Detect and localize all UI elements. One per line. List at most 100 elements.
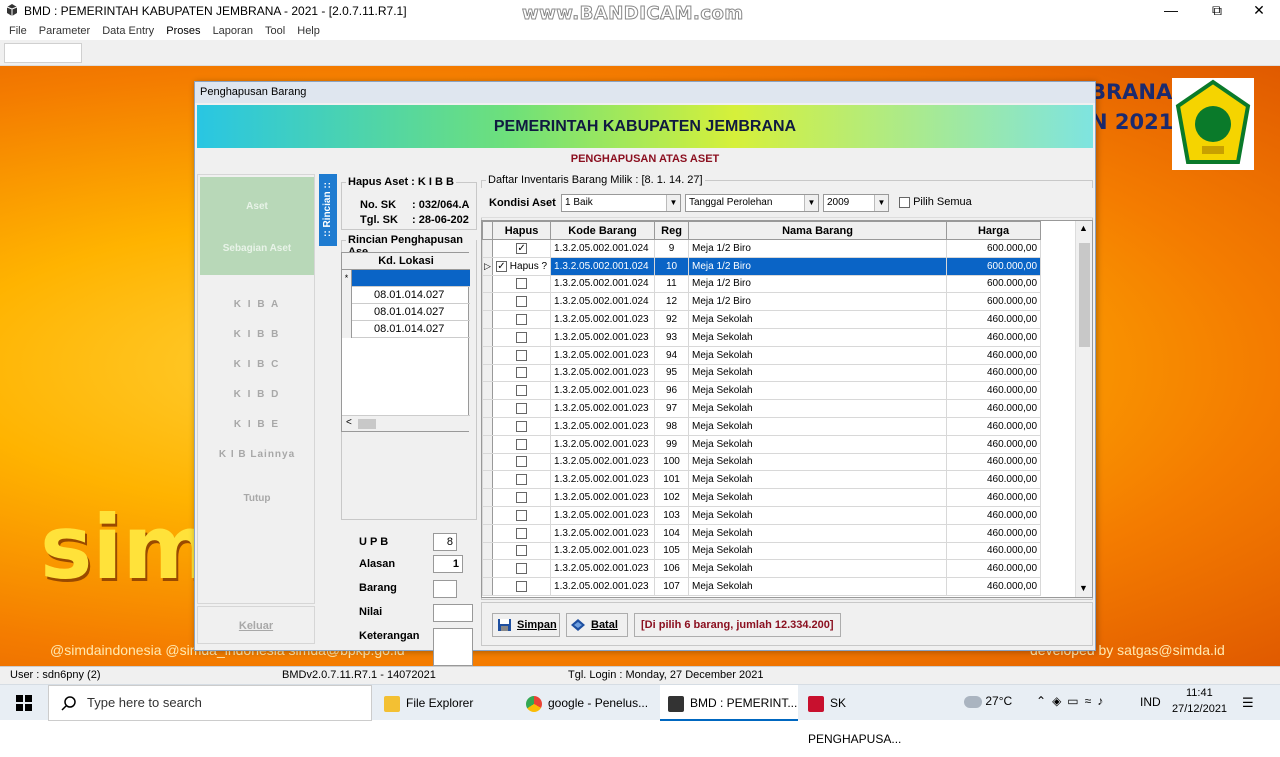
hapus-cell[interactable] — [491, 274, 552, 294]
weather-widget[interactable]: 27°C — [964, 694, 1012, 708]
hapus-checkbox[interactable] — [516, 509, 528, 521]
menu-tool[interactable]: Tool — [265, 22, 285, 40]
row-selector[interactable] — [482, 505, 493, 525]
row-selector[interactable] — [482, 274, 493, 294]
row-selector[interactable] — [482, 416, 493, 436]
row-selector[interactable] — [482, 541, 493, 561]
hapus-cell[interactable] — [491, 541, 552, 561]
scroll-down-icon[interactable]: ▼ — [1079, 583, 1088, 593]
notification-icon[interactable]: ☰ — [1242, 695, 1254, 711]
inventaris-row[interactable]: 1.3.2.05.002.001.023 97 Meja Sekolah 460.00… — [482, 399, 1042, 418]
language-indicator[interactable]: IND — [1140, 695, 1161, 709]
inventaris-row[interactable]: 1.3.2.05.002.001.023 105 Meja Sekolah 460.0… — [482, 541, 1042, 561]
hapus-checkbox[interactable] — [516, 403, 528, 414]
hapus-checkbox[interactable] — [516, 456, 528, 468]
hapus-cell[interactable] — [491, 577, 552, 596]
hapus-checkbox[interactable] — [516, 314, 528, 326]
col-reg[interactable]: Reg — [654, 221, 690, 240]
hapus-checkbox[interactable] — [516, 385, 528, 397]
hapus-cell[interactable]: ✓ — [491, 239, 552, 258]
col-harga[interactable]: Harga — [946, 221, 1042, 240]
taskbar-bmd[interactable]: BMD : PEMERINT... — [660, 685, 798, 721]
taskbar-search[interactable]: Type here to search — [48, 685, 372, 721]
inventaris-row[interactable]: 1.3.2.05.002.001.023 104 Meja Sekolah 460.0… — [482, 523, 1042, 543]
inventaris-row[interactable]: 1.3.2.05.002.001.023 96 Meja Sekolah 460.00… — [482, 381, 1042, 401]
row-selector[interactable] — [482, 559, 493, 579]
row-selector[interactable] — [482, 363, 493, 383]
inventaris-row[interactable]: 1.3.2.05.002.001.024 11 Meja 1/2 Biro 600.0… — [482, 274, 1042, 294]
hapus-cell[interactable] — [491, 505, 552, 525]
hapus-cell[interactable] — [491, 470, 552, 490]
hapus-checkbox[interactable] — [516, 349, 528, 361]
keluar-button[interactable]: Keluar — [197, 606, 315, 644]
row-selector[interactable] — [482, 292, 493, 312]
hapus-checkbox[interactable]: ✓ — [496, 260, 507, 272]
toolbar-tab[interactable] — [4, 43, 82, 63]
hapus-checkbox[interactable] — [516, 331, 528, 343]
inventaris-row[interactable]: 1.3.2.05.002.001.023 99 Meja Sekolah 460.00… — [482, 434, 1042, 454]
taskbar-pdf[interactable]: SK PENGHAPUSA... — [800, 685, 940, 746]
inventaris-row[interactable]: 1.3.2.05.002.001.023 101 Meja Sekolah 460.0… — [482, 470, 1042, 490]
hapus-checkbox[interactable] — [516, 474, 528, 486]
tab-rincian[interactable]: :: Rincian :: — [319, 174, 337, 246]
hapus-cell[interactable] — [491, 399, 552, 418]
inventaris-row[interactable]: 1.3.2.05.002.001.023 92 Meja Sekolah 460.00… — [482, 310, 1042, 329]
hapus-checkbox[interactable] — [516, 527, 528, 539]
taskbar-chrome[interactable]: google - Penelus... — [518, 685, 658, 721]
hapus-checkbox[interactable] — [516, 491, 528, 503]
hapus-checkbox[interactable] — [516, 563, 528, 575]
hapus-cell[interactable] — [491, 310, 552, 329]
nav-kib-b[interactable]: K I B B — [198, 329, 316, 340]
inventaris-row[interactable]: ▷ ✓ Hapus ? 1.3.2.05.002.001.024 10 Meja 1/2… — [482, 256, 1042, 276]
hapus-cell[interactable] — [491, 523, 552, 543]
inventaris-row[interactable]: 1.3.2.05.002.001.023 98 Meja Sekolah 460.00… — [482, 416, 1042, 436]
row-selector[interactable] — [482, 327, 493, 347]
row-selector[interactable] — [482, 239, 493, 258]
scroll-left-icon[interactable]: < — [346, 417, 352, 428]
inventaris-row[interactable]: 1.3.2.05.002.001.023 102 Meja Sekolah 460.0… — [482, 488, 1042, 507]
inventaris-row[interactable]: 1.3.2.05.002.001.023 107 Meja Sekolah 460.0… — [482, 577, 1042, 596]
tray-icons[interactable]: ⌃◈▭≈♪ — [1036, 694, 1109, 708]
scroll-thumb[interactable] — [1079, 243, 1090, 347]
row-selector[interactable] — [482, 345, 493, 365]
checkbox-box[interactable] — [899, 196, 910, 208]
nav-sebagian-aset[interactable]: Sebagian Aset — [200, 243, 314, 254]
kondisi-select[interactable]: 1 Baik ▼ — [561, 194, 681, 212]
row-selector[interactable] — [482, 577, 493, 596]
row-selector[interactable] — [482, 381, 493, 401]
barang-field[interactable] — [433, 580, 457, 598]
alasan-field[interactable]: 1 — [433, 555, 463, 573]
hapus-cell[interactable] — [491, 416, 552, 436]
hapus-cell[interactable] — [491, 452, 552, 472]
upb-field[interactable]: 8 — [433, 533, 457, 551]
hapus-checkbox[interactable] — [516, 367, 528, 379]
batal-button[interactable]: Batal — [566, 613, 628, 637]
nilai-field[interactable] — [433, 604, 473, 622]
lokasi-row[interactable]: 08.01.014.027 — [342, 321, 470, 338]
row-selector[interactable]: ▷ — [482, 256, 493, 276]
lokasi-hscroll[interactable]: < — [342, 415, 470, 431]
inventaris-grid[interactable]: Hapus Kode Barang Reg Nama Barang Harga … — [481, 220, 1093, 598]
inventaris-row[interactable]: 1.3.2.05.002.001.023 95 Meja Sekolah 460.00… — [482, 363, 1042, 383]
wifi-icon[interactable]: ≈ — [1085, 694, 1098, 708]
keterangan-field[interactable] — [433, 628, 473, 666]
taskbar-file-explorer[interactable]: File Explorer — [376, 685, 516, 721]
hapus-checkbox[interactable] — [516, 545, 528, 557]
close-button[interactable]: ✕ — [1236, 0, 1280, 22]
inventaris-row[interactable]: ✓ 1.3.2.05.002.001.024 9 Meja 1/2 Biro 600.0… — [482, 239, 1042, 258]
battery-icon[interactable]: ▭ — [1067, 694, 1084, 708]
nav-tutup[interactable]: Tutup — [198, 493, 316, 504]
inventaris-row[interactable]: 1.3.2.05.002.001.023 93 Meja Sekolah 460.00… — [482, 327, 1042, 347]
scroll-up-icon[interactable]: ▲ — [1079, 223, 1088, 233]
menu-laporan[interactable]: Laporan — [213, 22, 253, 40]
hapus-cell[interactable]: ✓ Hapus ? — [491, 256, 552, 276]
volume-icon[interactable]: ♪ — [1097, 694, 1109, 708]
minimize-button[interactable]: — — [1148, 0, 1194, 22]
inventaris-row[interactable]: 1.3.2.05.002.001.024 12 Meja 1/2 Biro 600.0… — [482, 292, 1042, 312]
hapus-cell[interactable] — [491, 363, 552, 383]
nav-kib-c[interactable]: K I B C — [198, 359, 316, 370]
hapus-checkbox[interactable] — [516, 420, 528, 432]
menu-parameter[interactable]: Parameter — [39, 22, 90, 40]
scroll-thumb[interactable] — [358, 419, 376, 429]
col-hapus[interactable]: Hapus — [491, 221, 552, 240]
